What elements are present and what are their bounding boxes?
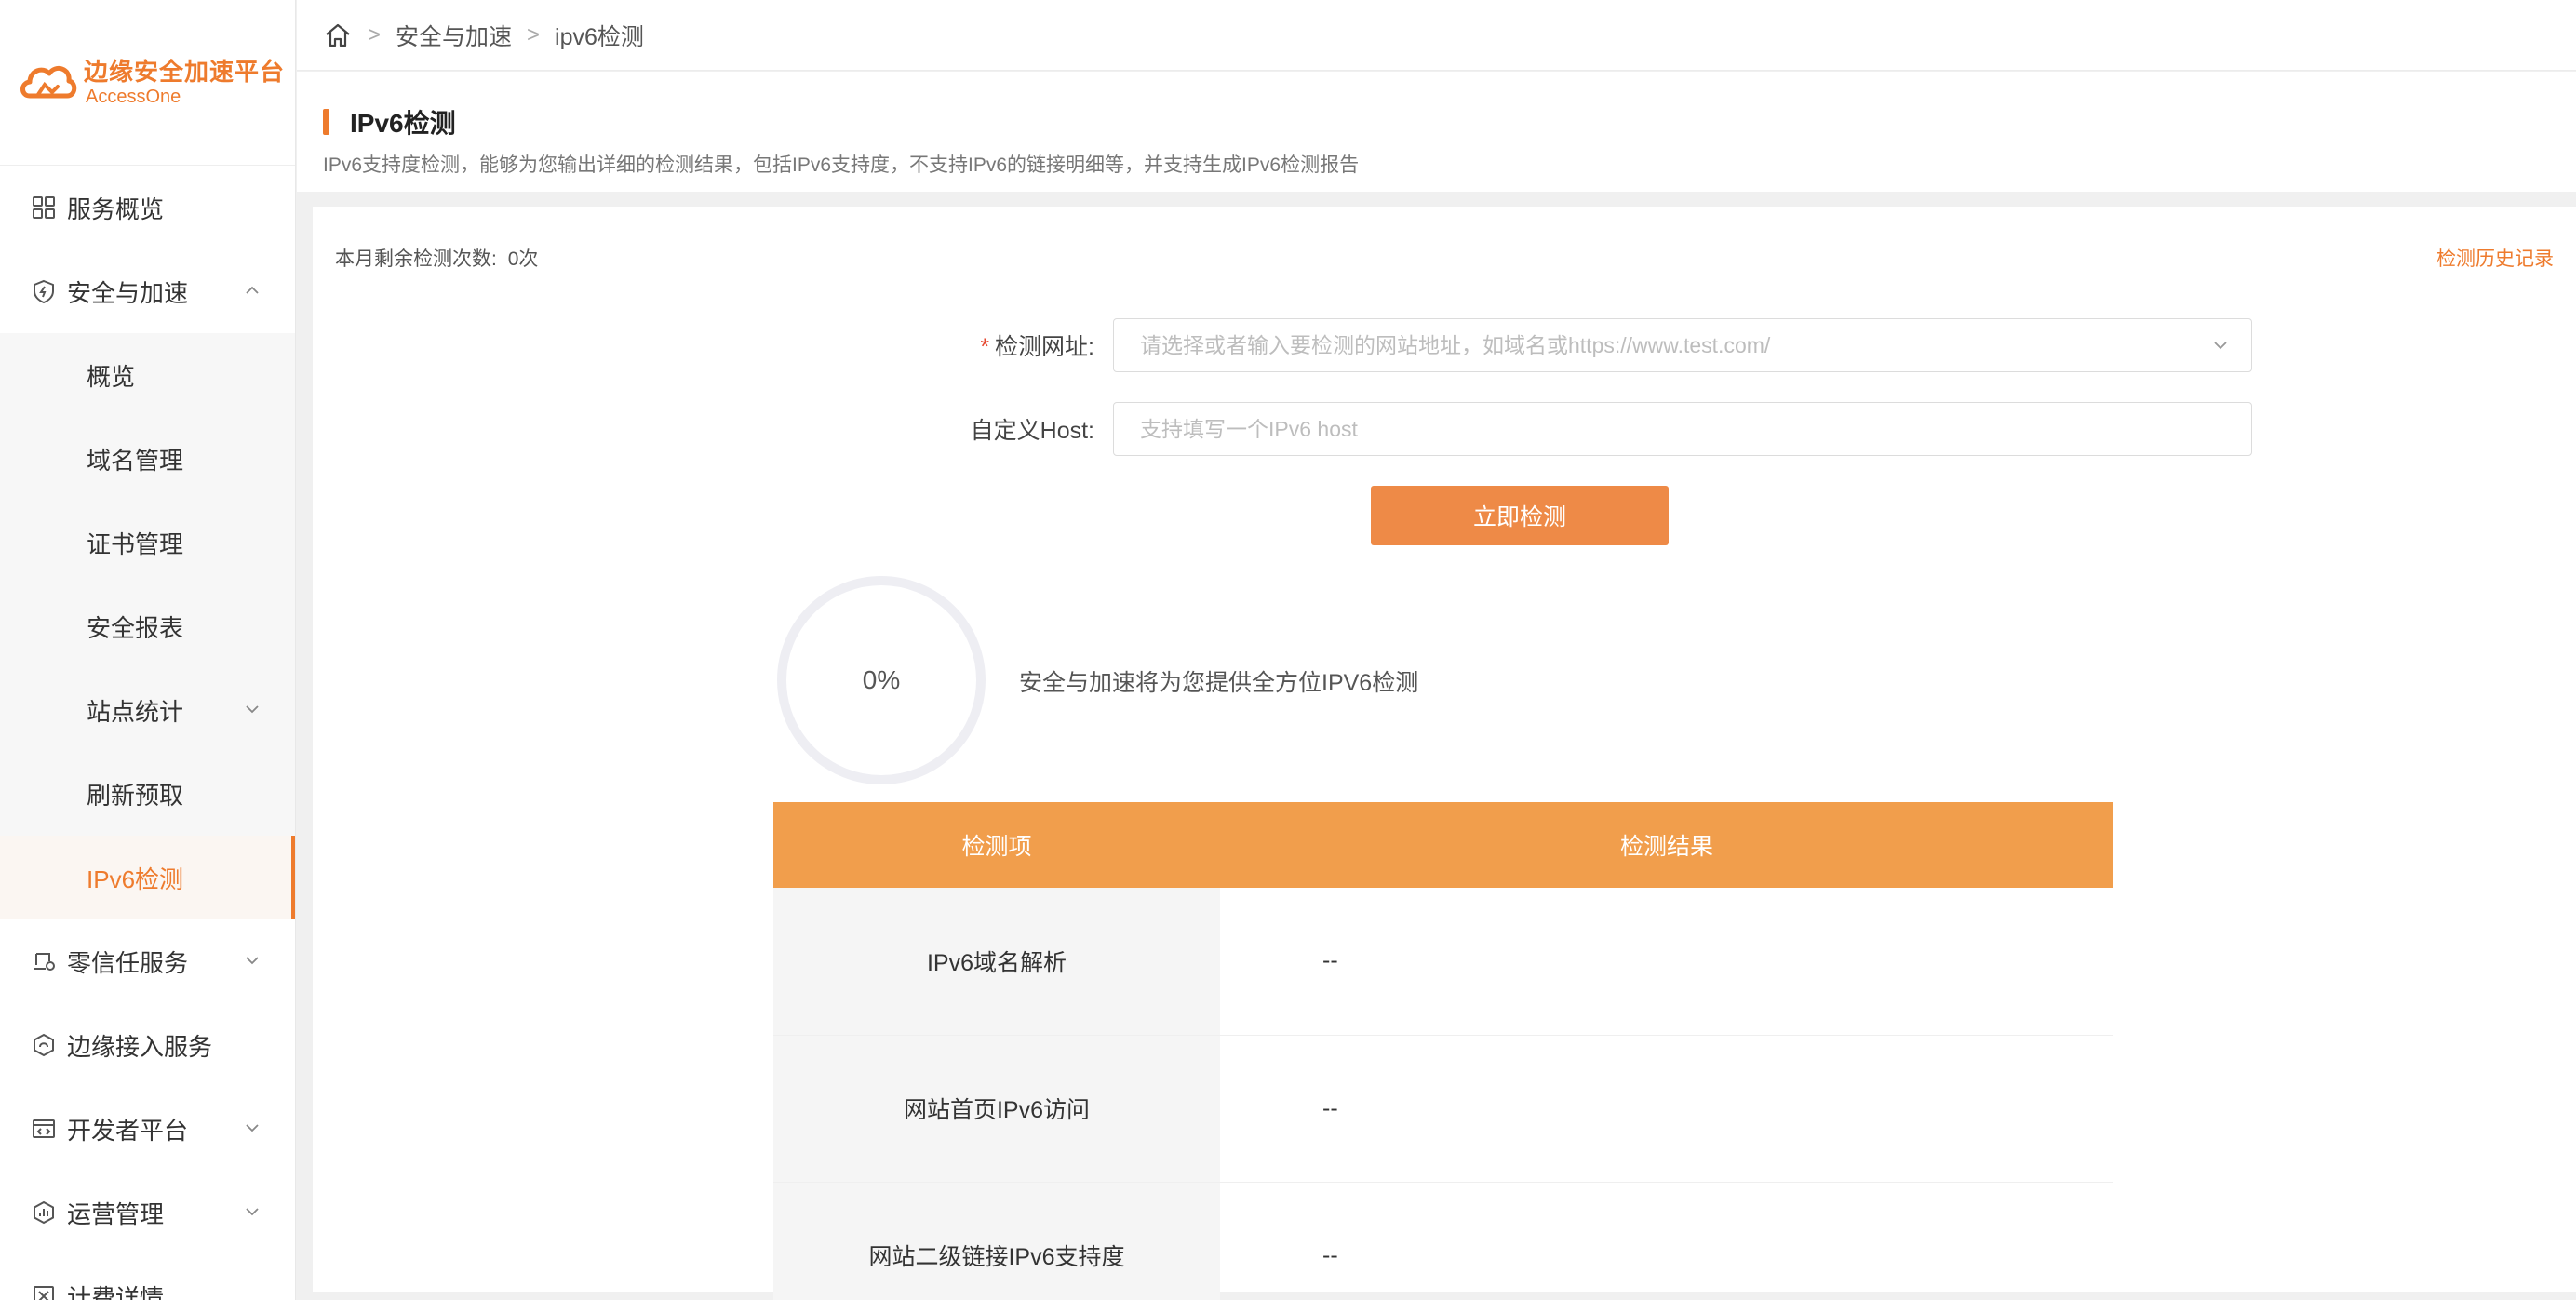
page-description: IPv6支持度检测，能够为您输出详细的检测结果，包括IPv6支持度，不支持IPv…	[323, 154, 1360, 176]
table-row: IPv6域名解析 --	[773, 888, 2113, 1036]
sidebar-subitem-label: 证书管理	[87, 529, 184, 558]
sidebar-item-zero-trust[interactable]: 零信任服务	[0, 919, 295, 1003]
sidebar-subitem-label: 概览	[87, 362, 136, 391]
host-form-row: 自定义Host:	[946, 402, 2252, 456]
brand-name: 边缘安全加速平台	[84, 57, 286, 86]
sidebar-item-label: 安全与加速	[67, 278, 189, 307]
remaining-quota: 本月剩余检测次数: 0次	[335, 244, 538, 272]
chevron-down-icon	[246, 957, 259, 965]
url-form-row: * 检测网址:	[946, 318, 2252, 372]
sidebar-menu: 服务概览 安全与加速 概览 域名管理 证书管理 安全报表 站点统计 刷新预取 I…	[0, 166, 295, 1300]
sidebar-item-developer[interactable]: 开发者平台	[0, 1087, 295, 1171]
host-label: 自定义Host:	[970, 418, 1094, 444]
breadcrumb: > 安全与加速 > ipv6检测	[297, 0, 2576, 71]
shield-icon	[30, 277, 58, 305]
sidebar: 边缘安全加速平台 AccessOne 服务概览 安全与加速 概览 域名管理 证书…	[0, 0, 296, 1300]
check-result: --	[1220, 1035, 2113, 1183]
code-icon	[30, 1115, 58, 1143]
host-input[interactable]	[1113, 402, 2252, 456]
cloud-logo-icon	[20, 65, 77, 98]
sidebar-subitem-overview[interactable]: 概览	[0, 333, 295, 417]
chevron-down-icon[interactable]	[2211, 336, 2230, 355]
sidebar-item-billing[interactable]: 计费详情	[0, 1254, 295, 1300]
sidebar-item-label: 运营管理	[67, 1199, 165, 1228]
brand-subname: AccessOne	[86, 86, 181, 107]
edge-icon	[30, 1031, 58, 1059]
sidebar-item-label: 服务概览	[67, 194, 165, 223]
required-mark: *	[980, 334, 990, 360]
home-icon[interactable]	[323, 20, 353, 50]
sidebar-item-label: 零信任服务	[67, 948, 189, 977]
column-header: 检测结果	[1220, 802, 2113, 888]
sidebar-item-label: 开发者平台	[67, 1116, 189, 1145]
page-header: IPv6检测 IPv6支持度检测，能够为您输出详细的检测结果，包括IPv6支持度…	[297, 72, 2576, 192]
brand-logo[interactable]: 边缘安全加速平台 AccessOne	[0, 0, 295, 166]
sidebar-subitem-label: IPv6检测	[87, 864, 184, 893]
sidebar-subitem-label: 刷新预取	[87, 781, 184, 810]
device-icon	[30, 947, 58, 975]
sidebar-subitem-site-stats[interactable]: 站点统计	[0, 668, 295, 752]
check-item: 网站二级链接IPv6支持度	[773, 1182, 1220, 1300]
url-label: * 检测网址:	[946, 328, 1113, 362]
chart-icon	[30, 1199, 58, 1226]
page-title: IPv6检测	[323, 103, 2576, 141]
grid-icon	[30, 194, 58, 221]
sidebar-subitem-certs[interactable]: 证书管理	[0, 501, 295, 584]
url-label-text: 检测网址:	[995, 334, 1094, 360]
quota-value: 0次	[507, 248, 539, 270]
progress-percent: 0%	[862, 665, 901, 694]
sidebar-item-overview[interactable]: 服务概览	[0, 166, 295, 249]
url-input[interactable]	[1113, 318, 2252, 372]
check-result: --	[1220, 1182, 2113, 1300]
breadcrumb-separator-icon: >	[368, 21, 382, 47]
sidebar-item-security-accel[interactable]: 安全与加速	[0, 249, 295, 333]
chevron-down-icon	[246, 1208, 259, 1216]
breadcrumb-separator-icon: >	[527, 21, 541, 47]
check-item: 网站首页IPv6访问	[773, 1035, 1220, 1183]
progress-message: 安全与加速将为您提供全方位IPV6检测	[1019, 670, 1419, 696]
chevron-up-icon	[246, 286, 259, 294]
chevron-down-icon	[246, 1124, 259, 1132]
sidebar-subitem-reports[interactable]: 安全报表	[0, 584, 295, 668]
sidebar-item-operations[interactable]: 运营管理	[0, 1171, 295, 1254]
sidebar-item-edge-access[interactable]: 边缘接入服务	[0, 1003, 295, 1087]
detection-card: 本月剩余检测次数: 0次 检测历史记录 *检测网址: 自定义Host: 立即检测…	[313, 207, 2576, 1300]
detect-now-button[interactable]: 立即检测	[1371, 486, 1669, 545]
check-result: --	[1220, 888, 2113, 1036]
sidebar-subitem-label: 域名管理	[87, 446, 184, 475]
sidebar-subitem-ipv6[interactable]: IPv6检测	[0, 836, 295, 919]
sidebar-subitem-label: 安全报表	[87, 613, 184, 642]
check-item: IPv6域名解析	[773, 888, 1220, 1036]
security-submenu: 概览 域名管理 证书管理 安全报表 站点统计 刷新预取 IPv6检测	[0, 333, 295, 919]
quota-label: 本月剩余检测次数:	[335, 248, 497, 270]
table-row: 网站二级链接IPv6支持度 --	[773, 1182, 2113, 1300]
sidebar-item-label: 计费详情	[67, 1283, 165, 1300]
breadcrumb-item-current: ipv6检测	[555, 23, 644, 50]
result-table: 检测项 检测结果 IPv6域名解析 -- 网站首页IPv6访问 -- 网站二级链…	[773, 802, 2113, 1300]
sidebar-subitem-refresh[interactable]: 刷新预取	[0, 752, 295, 836]
bill-icon	[30, 1282, 58, 1300]
sidebar-subitem-domains[interactable]: 域名管理	[0, 417, 295, 501]
sidebar-item-label: 边缘接入服务	[67, 1032, 213, 1061]
sidebar-subitem-label: 站点统计	[87, 697, 184, 726]
url-select[interactable]	[1113, 318, 2252, 372]
chevron-down-icon	[246, 705, 259, 714]
column-header: 检测项	[773, 802, 1220, 888]
history-link[interactable]: 检测历史记录	[2436, 244, 2554, 272]
table-header-row: 检测项 检测结果	[773, 802, 2113, 888]
breadcrumb-item[interactable]: 安全与加速	[396, 19, 512, 52]
table-row: 网站首页IPv6访问 --	[773, 1035, 2113, 1183]
